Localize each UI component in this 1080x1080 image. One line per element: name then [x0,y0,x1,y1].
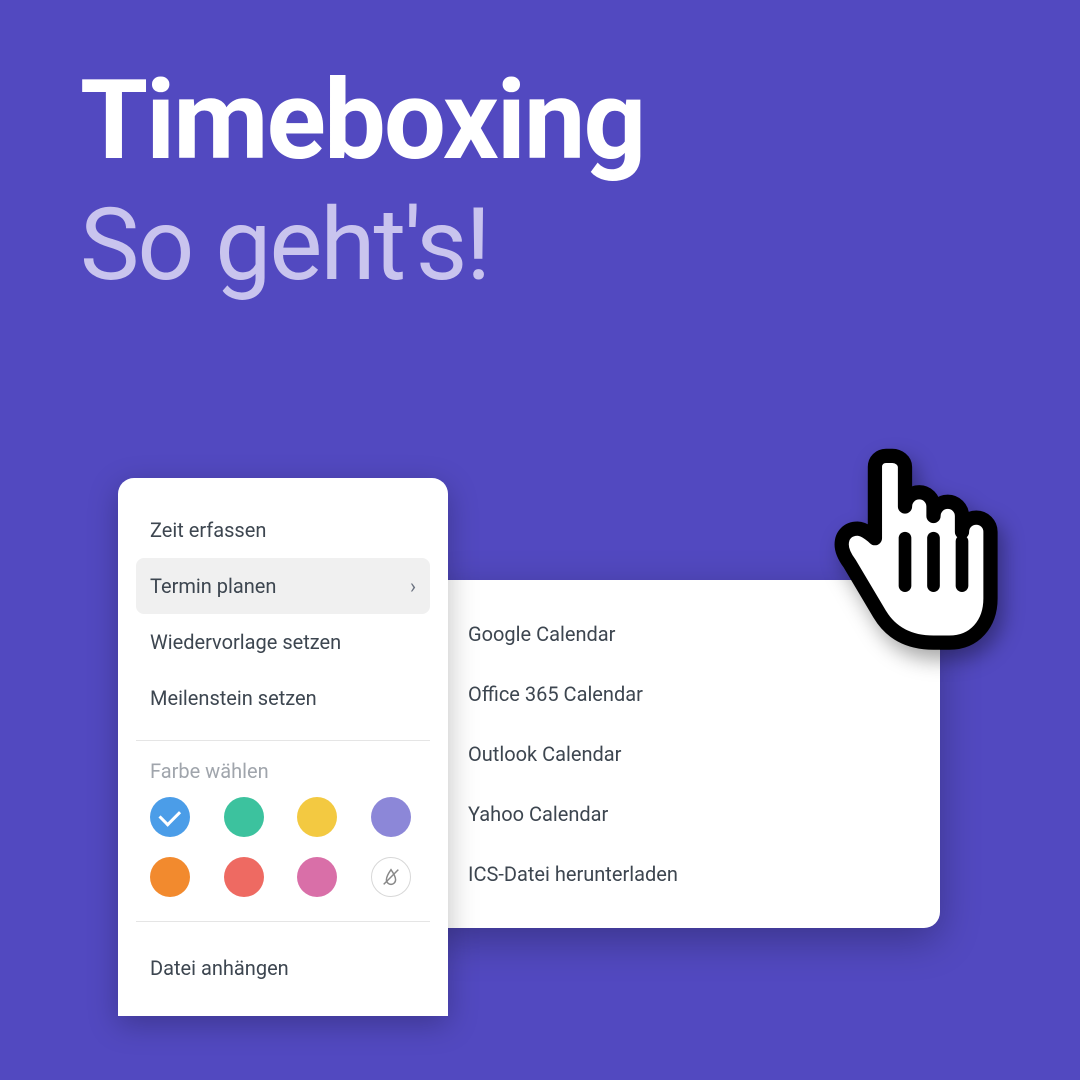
menu-item-label: Zeit erfassen [150,518,266,542]
menu-item-label: Meilenstein setzen [150,686,317,710]
color-swatch-purple[interactable] [371,797,411,837]
title-line-1: Timeboxing [80,60,644,181]
submenu-item-outlook-calendar[interactable]: Outlook Calendar [450,724,920,784]
menu-item-datei-anhaengen[interactable]: Datei anhängen [136,940,430,996]
submenu-item-yahoo-calendar[interactable]: Yahoo Calendar [450,784,920,844]
no-color-icon [380,866,402,888]
cursor-hand-icon [810,440,1000,662]
menu-item-wiedervorlage-setzen[interactable]: Wiedervorlage setzen [136,614,430,670]
menu-item-label: Datei anhängen [150,956,289,980]
color-swatch-pink[interactable] [297,857,337,897]
menu-item-zeit-erfassen[interactable]: Zeit erfassen [136,502,430,558]
color-picker [136,797,430,907]
menu-item-meilenstein-setzen[interactable]: Meilenstein setzen [136,670,430,726]
menu-divider [136,921,430,922]
submenu-item-ics-download[interactable]: ICS-Datei herunterladen [450,844,920,904]
color-swatch-blue[interactable] [150,797,190,837]
color-section-label: Farbe wählen [136,759,430,797]
color-swatch-yellow[interactable] [297,797,337,837]
menu-divider [136,740,430,741]
title-line-2: So geht's! [80,191,644,301]
page-title-block: Timeboxing So geht's! [80,60,644,301]
color-swatch-red[interactable] [224,857,264,897]
context-menu: Zeit erfassen Termin planen › Wiedervorl… [118,478,448,1016]
chevron-right-icon: › [410,574,416,598]
color-swatch-orange[interactable] [150,857,190,897]
color-swatch-green[interactable] [224,797,264,837]
menu-item-termin-planen[interactable]: Termin planen › [136,558,430,614]
color-swatch-none[interactable] [371,857,411,897]
menu-item-label: Termin planen [150,574,276,598]
menu-item-label: Wiedervorlage setzen [150,630,341,654]
submenu-item-office365-calendar[interactable]: Office 365 Calendar [450,664,920,724]
